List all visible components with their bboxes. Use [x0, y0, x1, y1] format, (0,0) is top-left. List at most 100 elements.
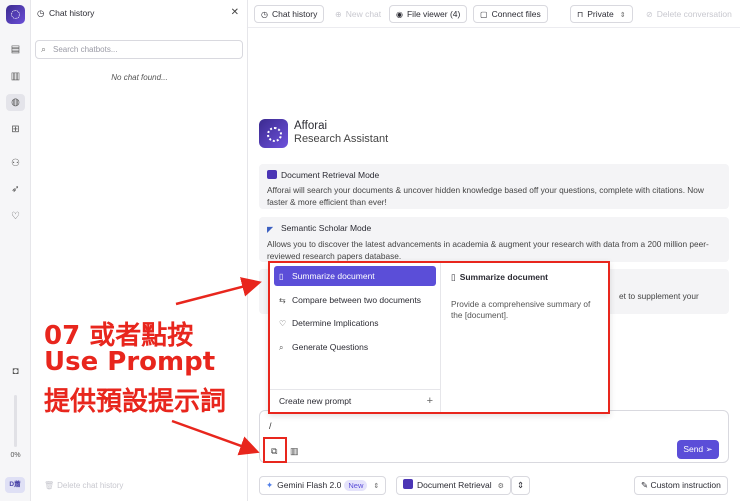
chat-input-box[interactable]: / ⧉ ▥ Send ➢ [259, 410, 729, 463]
brand-name: Afforai [294, 120, 328, 132]
file-viewer-label: File viewer (4) [406, 9, 461, 19]
top-toolbar: ◷ Chat history ⊕ New chat ◉ File viewer (4)… [248, 0, 740, 28]
brand-subtitle: Research Assistant [294, 133, 389, 145]
clock-icon: ◷ [37, 8, 45, 18]
usage-percent: 0% [10, 452, 21, 459]
send-icon: ➢ [705, 444, 713, 454]
eye-icon: ◉ [396, 10, 403, 19]
plus-icon: + [426, 395, 433, 407]
trash-icon: ⊘ [646, 10, 653, 19]
lock-icon: ⊓ [577, 10, 584, 19]
book-icon: ▯ [451, 272, 456, 282]
sparkle-icon: ✦ [266, 480, 274, 490]
library-icon[interactable]: ▥ [10, 71, 21, 82]
mode-description: Allows you to discover the latest advanc… [267, 239, 709, 261]
camera-icon[interactable]: ◘ [10, 366, 21, 377]
plus-icon: ⊕ [335, 10, 342, 19]
chat-history-button[interactable]: ◷ Chat history [254, 5, 325, 23]
search-input[interactable] [53, 44, 238, 55]
prompt-item-label: Generate Questions [292, 342, 369, 352]
mode-title: Semantic Scholar Mode [281, 223, 372, 233]
search-icon: ⌕ [41, 44, 47, 54]
prompt-item-questions[interactable]: ⌕ Generate Questions [274, 337, 436, 357]
prompt-list: ▯ Summarize document ⇆ Compare between two… [270, 263, 441, 412]
chat-history-label: Chat history [271, 9, 318, 19]
prompt-item-label: Determine Implications [292, 318, 379, 328]
model-select[interactable]: ✦ Gemini Flash 2.0 New ⇕ [259, 476, 387, 495]
bulb-icon: ♡ [279, 319, 287, 328]
mode-description: Afforai will search your documents & unc… [267, 185, 704, 207]
prompt-item-label: Compare between two documents [292, 295, 421, 305]
mode-card-semantic-scholar[interactable]: ◤ Semantic Scholar Mode Allows you to dis… [259, 217, 729, 262]
mode-select-label: Document Retrieval [417, 480, 492, 490]
question-search-icon: ⌕ [279, 343, 284, 352]
send-label: Send [683, 444, 704, 454]
prompt-detail-title: ▯ Summarize document [451, 272, 548, 283]
annotation-highlight-box [263, 437, 287, 463]
chevron-updown-icon: ⇕ [517, 480, 525, 490]
users-icon[interactable]: ⚇ [10, 158, 21, 169]
model-label: Gemini Flash 2.0 [277, 480, 342, 490]
gear-icon[interactable]: ⚙ [498, 483, 504, 490]
prompt-detail-title-label: Summarize document [459, 272, 549, 282]
create-prompt-label: Create new prompt [279, 396, 352, 406]
bulb-icon[interactable]: ♡ [10, 211, 21, 222]
prompt-item-label: Summarize document [292, 271, 375, 281]
edit-icon: ✎ [641, 480, 649, 490]
visibility-select[interactable]: ⊓ Private ⇕ [570, 5, 633, 23]
trash-icon: 🗑 [44, 481, 55, 490]
file-viewer-button[interactable]: ◉ File viewer (4) [389, 5, 468, 23]
chevron-updown-icon: ⇕ [619, 12, 626, 19]
prompt-item-implications[interactable]: ♡ Determine Implications [274, 313, 436, 333]
clock-icon: ◷ [261, 10, 268, 19]
chevron-updown-icon: ⇕ [373, 483, 380, 490]
chat-history-panel: ◷ Chat history ✕ ⌕ No chat found... 🗑Dele… [31, 0, 248, 501]
connect-files-button[interactable]: ▢ Connect files [473, 5, 548, 23]
empty-state: No chat found... [111, 73, 168, 82]
visibility-label: Private [587, 9, 614, 19]
annotation-line-3: 提供預設提示詞 [44, 387, 227, 417]
prompt-item-compare[interactable]: ⇆ Compare between two documents [274, 290, 436, 310]
new-badge: New [344, 480, 368, 491]
left-rail: ▤ ▥ ◍ ⊞ ⚇ ➶ ♡ ◘ 0% D蕭 [0, 0, 31, 501]
book-icon: ▯ [279, 272, 284, 281]
file-icon: ▢ [480, 10, 488, 19]
mode-description: et to supplement your [619, 291, 699, 301]
compare-icon: ⇆ [279, 296, 286, 305]
document-retrieval-icon [403, 479, 413, 489]
brand-logo-icon [259, 119, 288, 148]
library-icon[interactable]: ▥ [290, 446, 299, 457]
delete-history-label: Delete chat history [57, 481, 124, 490]
mode-card-document-retrieval[interactable]: Document Retrieval Mode Afforai will sea… [259, 164, 729, 209]
rocket-icon[interactable]: ➶ [10, 184, 21, 195]
chat-icon[interactable]: ◍ [6, 94, 25, 111]
delete-conversation-button[interactable]: ⊘ Delete conversation [639, 5, 739, 23]
usage-bar [14, 395, 17, 447]
avatar[interactable]: D蕭 [5, 477, 25, 493]
prompt-menu: ▯ Summarize document ⇆ Compare between two… [268, 261, 610, 414]
semantic-scholar-icon: ◤ [267, 225, 274, 234]
new-chat-button[interactable]: ⊕ New chat [328, 5, 389, 23]
close-icon[interactable]: ✕ [231, 7, 239, 18]
mode-select[interactable]: Document Retrieval ⚙ [396, 476, 511, 495]
prompt-detail-description: Provide a comprehensive summary of the [… [451, 299, 591, 320]
mode-title: Document Retrieval Mode [281, 170, 380, 180]
panel-title-label: Chat history [49, 8, 95, 18]
connect-files-label: Connect files [491, 9, 541, 19]
app-logo-icon[interactable] [6, 5, 25, 24]
search-box: ⌕ [35, 40, 243, 59]
create-prompt-button[interactable]: Create new prompt + [270, 389, 441, 412]
panel-title: ◷ Chat history [37, 8, 94, 19]
document-retrieval-icon [267, 170, 277, 179]
document-icon[interactable]: ▤ [10, 44, 21, 55]
prompt-item-summarize[interactable]: ▯ Summarize document [274, 266, 436, 286]
chat-input-value[interactable]: / [269, 421, 272, 431]
mode-chevron-button[interactable]: ⇕ [511, 476, 531, 495]
delete-history-button[interactable]: 🗑 Delete chat history [36, 477, 128, 494]
custom-instruction-button[interactable]: ✎ Custom instruction [634, 476, 728, 495]
grid-icon[interactable]: ⊞ [10, 124, 21, 135]
send-button[interactable]: Send ➢ [677, 440, 719, 459]
annotation-line-2: Use Prompt [44, 347, 216, 377]
delete-conversation-label: Delete conversation [656, 9, 732, 19]
custom-instruction-label: Custom instruction [650, 480, 721, 490]
